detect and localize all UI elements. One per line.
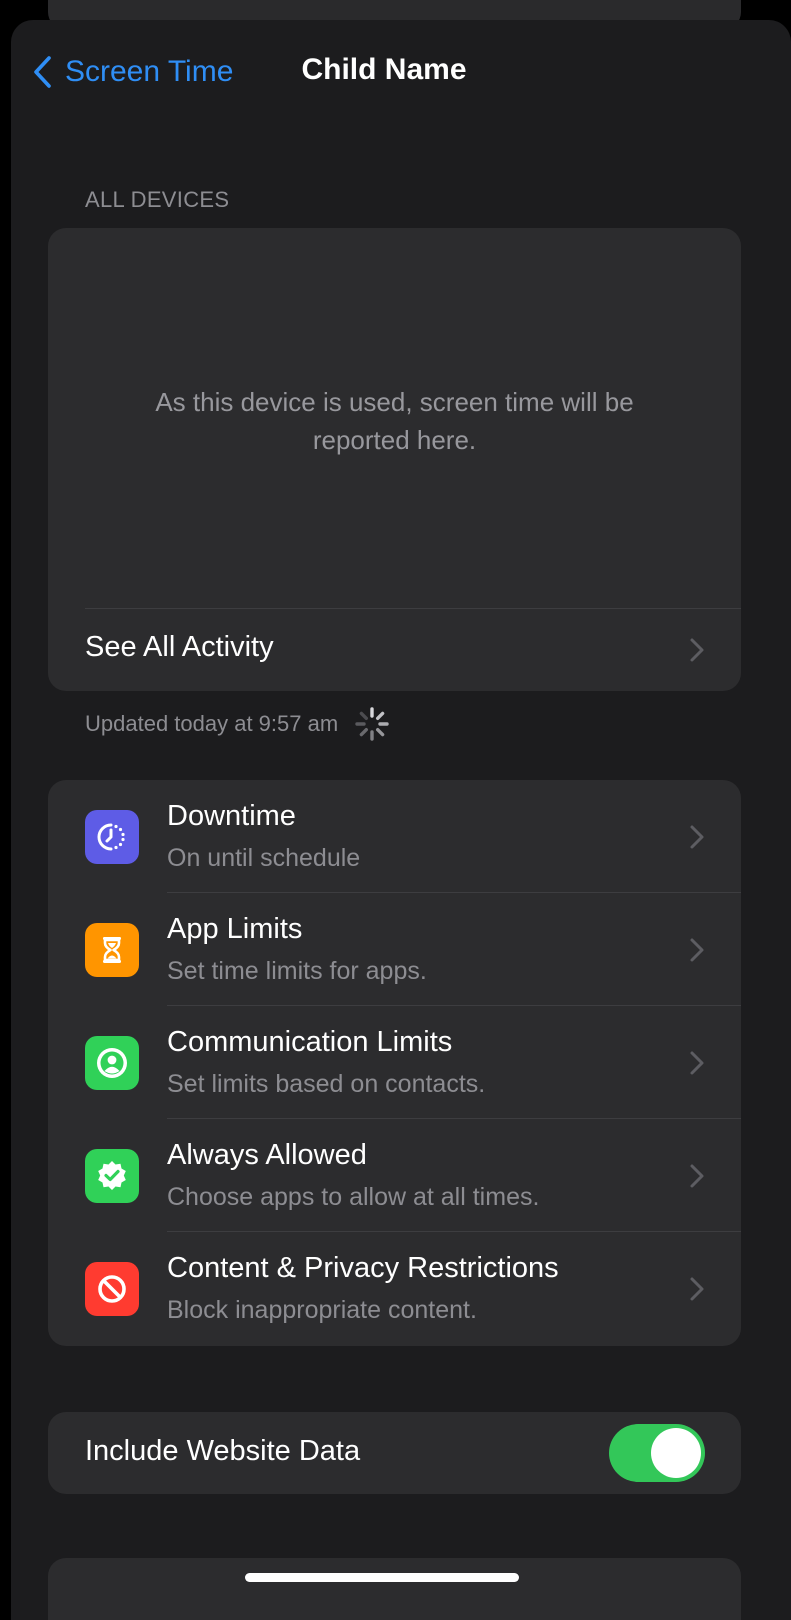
settings-row-downtime[interactable]: Downtime On until schedule [48, 780, 741, 893]
chevron-right-icon [690, 1277, 704, 1301]
all-devices-header: ALL DEVICES [85, 187, 230, 212]
activity-empty-message: As this device is used, screen time will… [155, 387, 634, 455]
navigation-bar: Screen Time Child Name [11, 20, 791, 130]
chevron-right-icon [690, 1051, 704, 1075]
settings-row-app-limits[interactable]: App Limits Set time limits for apps. [48, 893, 741, 1006]
row-subtitle: Choose apps to allow at all times. [167, 1183, 540, 1211]
row-subtitle: On until schedule [167, 844, 361, 872]
no-entry-icon [85, 1262, 139, 1316]
home-indicator[interactable] [245, 1573, 519, 1582]
row-title: Communication Limits [167, 1026, 453, 1058]
settings-list: Downtime On until schedule App Limits Se… [48, 780, 741, 1346]
page-title: Child Name [301, 53, 467, 86]
chevron-right-icon [690, 1164, 704, 1188]
row-subtitle: Set time limits for apps. [167, 957, 427, 985]
next-section-card [48, 1558, 741, 1620]
website-data-toggle[interactable] [609, 1424, 705, 1482]
downtime-icon [85, 810, 139, 864]
website-data-row: Include Website Data [48, 1412, 741, 1494]
row-title: Downtime [167, 800, 296, 832]
row-subtitle: Set limits based on contacts. [167, 1070, 486, 1098]
updated-status: Updated today at 9:57 am [85, 706, 390, 742]
row-title: App Limits [167, 913, 303, 945]
settings-row-content-privacy[interactable]: Content & Privacy Restrictions Block ina… [48, 1232, 741, 1345]
row-subtitle: Block inappropriate content. [167, 1296, 477, 1324]
checkmark-seal-icon [85, 1149, 139, 1203]
toggle-knob [651, 1428, 701, 1478]
settings-row-communication-limits[interactable]: Communication Limits Set limits based on… [48, 1006, 741, 1119]
row-title: Always Allowed [167, 1139, 367, 1171]
updated-text: Updated today at 9:57 am [85, 711, 339, 736]
hourglass-icon [85, 923, 139, 977]
see-all-activity-row[interactable]: See All Activity [48, 609, 741, 691]
loading-spinner-icon [355, 707, 389, 741]
activity-card: As this device is used, screen time will… [48, 228, 741, 691]
chevron-right-icon [690, 825, 704, 849]
settings-row-always-allowed[interactable]: Always Allowed Choose apps to allow at a… [48, 1119, 741, 1232]
see-all-activity-label: See All Activity [85, 631, 274, 663]
website-data-label: Include Website Data [85, 1435, 361, 1467]
chevron-right-icon [690, 938, 704, 962]
person-circle-icon [85, 1036, 139, 1090]
screen-time-sheet: Screen Time Child Name ALL DEVICES As th… [11, 20, 791, 1620]
row-title: Content & Privacy Restrictions [167, 1252, 559, 1284]
chevron-right-icon [690, 638, 704, 662]
